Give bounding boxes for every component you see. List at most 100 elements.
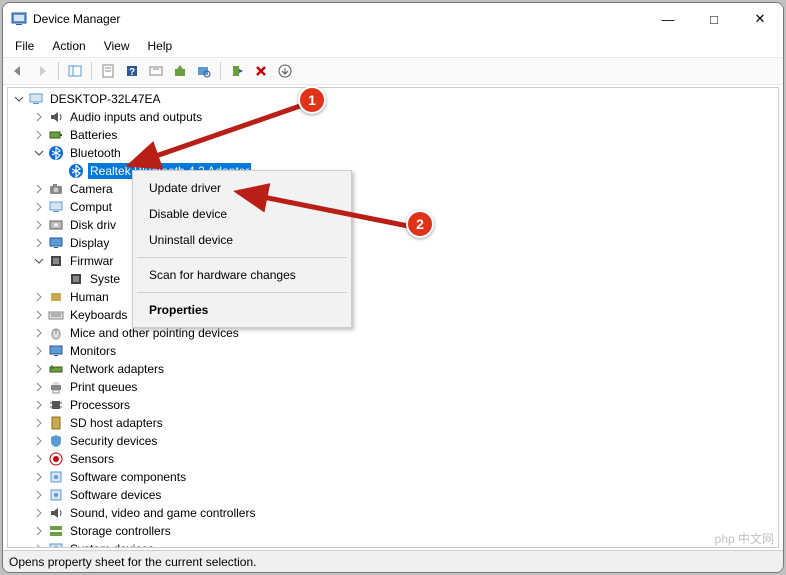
chevron-right-icon[interactable] (32, 110, 46, 124)
forward-button[interactable] (31, 60, 53, 82)
device-tree[interactable]: DESKTOP-32L47EA Audio inputs and outputs… (7, 87, 779, 548)
tree-root-label[interactable]: DESKTOP-32L47EA (48, 91, 163, 107)
tree-item[interactable]: Camera (8, 180, 778, 198)
ctx-uninstall-device[interactable]: Uninstall device (135, 227, 349, 253)
tree-item[interactable]: System devices (8, 540, 778, 548)
chevron-right-icon[interactable] (32, 542, 46, 548)
tree-item-label[interactable]: Comput (68, 199, 114, 215)
tree-item[interactable]: Keyboards (8, 306, 778, 324)
tree-item-label[interactable]: Syste (88, 271, 122, 287)
chevron-down-icon[interactable] (32, 254, 46, 268)
enable-device-button[interactable] (226, 60, 248, 82)
chevron-right-icon[interactable] (32, 452, 46, 466)
more-actions-button[interactable] (274, 60, 296, 82)
tree-item[interactable]: Processors (8, 396, 778, 414)
tree-item-label[interactable]: Sensors (68, 451, 116, 467)
tree-item[interactable]: Syste (8, 270, 778, 288)
tree-item-label[interactable]: Bluetooth (68, 145, 123, 161)
tree-item-label[interactable]: Keyboards (68, 307, 129, 323)
tree-item-label[interactable]: Monitors (68, 343, 118, 359)
chevron-right-icon[interactable] (32, 398, 46, 412)
tree-item[interactable]: Security devices (8, 432, 778, 450)
uninstall-device-button[interactable] (250, 60, 272, 82)
show-hide-tree-button[interactable] (64, 60, 86, 82)
tree-item-label[interactable]: Audio inputs and outputs (68, 109, 204, 125)
chevron-down-icon[interactable] (12, 92, 26, 106)
chevron-right-icon[interactable] (32, 182, 46, 196)
tree-item[interactable]: Human (8, 288, 778, 306)
minimize-button[interactable]: — (645, 3, 691, 35)
action-button[interactable] (145, 60, 167, 82)
ctx-scan-hardware[interactable]: Scan for hardware changes (135, 262, 349, 288)
chevron-right-icon[interactable] (32, 524, 46, 538)
chevron-right-icon[interactable] (32, 290, 46, 304)
tree-item[interactable]: Print queues (8, 378, 778, 396)
chevron-right-icon[interactable] (32, 218, 46, 232)
tree-item-label[interactable]: Software components (68, 469, 188, 485)
menu-file[interactable]: File (7, 37, 42, 55)
tree-item-label[interactable]: Camera (68, 181, 115, 197)
chevron-right-icon[interactable] (32, 236, 46, 250)
tree-item[interactable]: Software devices (8, 486, 778, 504)
back-button[interactable] (7, 60, 29, 82)
scan-hardware-button[interactable] (193, 60, 215, 82)
tree-item-label[interactable]: Security devices (68, 433, 159, 449)
chevron-right-icon[interactable] (32, 344, 46, 358)
chevron-right-icon[interactable] (32, 434, 46, 448)
tree-item[interactable]: Monitors (8, 342, 778, 360)
tree-item[interactable]: Realtek Bluetooth 4.2 Adapter (8, 162, 778, 180)
tree-root[interactable]: DESKTOP-32L47EA (8, 90, 778, 108)
tree-item[interactable]: Bluetooth (8, 144, 778, 162)
tree-item-label[interactable]: Processors (68, 397, 132, 413)
menu-help[interactable]: Help (140, 37, 181, 55)
tree-item[interactable]: Audio inputs and outputs (8, 108, 778, 126)
tree-item[interactable]: Network adapters (8, 360, 778, 378)
menu-action[interactable]: Action (44, 37, 93, 55)
chevron-right-icon[interactable] (32, 128, 46, 142)
titlebar[interactable]: Device Manager — □ ✕ (3, 3, 783, 35)
tree-item-label[interactable]: Display (68, 235, 111, 251)
chevron-right-icon[interactable] (32, 470, 46, 484)
ctx-properties[interactable]: Properties (135, 297, 349, 323)
chevron-right-icon[interactable] (32, 326, 46, 340)
ctx-update-driver[interactable]: Update driver (135, 175, 349, 201)
tree-item-label[interactable]: Storage controllers (68, 523, 173, 539)
chevron-down-icon[interactable] (32, 146, 46, 160)
tree-item-label[interactable]: Sound, video and game controllers (68, 505, 257, 521)
chevron-right-icon[interactable] (32, 506, 46, 520)
tree-item[interactable]: Disk driv (8, 216, 778, 234)
tree-item-label[interactable]: System devices (68, 541, 156, 548)
tree-item-label[interactable]: Software devices (68, 487, 163, 503)
tree-item[interactable]: Sound, video and game controllers (8, 504, 778, 522)
tree-item[interactable]: Comput (8, 198, 778, 216)
tree-item[interactable]: Firmwar (8, 252, 778, 270)
tree-item[interactable]: Software components (8, 468, 778, 486)
tree-item-label[interactable]: SD host adapters (68, 415, 165, 431)
chevron-right-icon[interactable] (32, 416, 46, 430)
help-button[interactable]: ? (121, 60, 143, 82)
properties-button[interactable] (97, 60, 119, 82)
chevron-right-icon[interactable] (32, 380, 46, 394)
update-driver-button[interactable] (169, 60, 191, 82)
menu-view[interactable]: View (96, 37, 138, 55)
close-button[interactable]: ✕ (737, 3, 783, 35)
tree-item[interactable]: Storage controllers (8, 522, 778, 540)
tree-item-label[interactable]: Human (68, 289, 111, 305)
tree-item[interactable]: Display (8, 234, 778, 252)
ctx-disable-device[interactable]: Disable device (135, 201, 349, 227)
tree-item[interactable]: Batteries (8, 126, 778, 144)
chevron-right-icon[interactable] (32, 488, 46, 502)
maximize-button[interactable]: □ (691, 3, 737, 35)
watermark: php 中文网 (715, 530, 774, 547)
tree-item-label[interactable]: Print queues (68, 379, 139, 395)
tree-item[interactable]: Sensors (8, 450, 778, 468)
tree-item[interactable]: SD host adapters (8, 414, 778, 432)
tree-item-label[interactable]: Batteries (68, 127, 119, 143)
chevron-right-icon[interactable] (32, 200, 46, 214)
tree-item-label[interactable]: Network adapters (68, 361, 166, 377)
chevron-right-icon[interactable] (32, 362, 46, 376)
tree-item-label[interactable]: Disk driv (68, 217, 118, 233)
tree-item-label[interactable]: Firmwar (68, 253, 115, 269)
chevron-right-icon[interactable] (32, 308, 46, 322)
tree-item[interactable]: Mice and other pointing devices (8, 324, 778, 342)
